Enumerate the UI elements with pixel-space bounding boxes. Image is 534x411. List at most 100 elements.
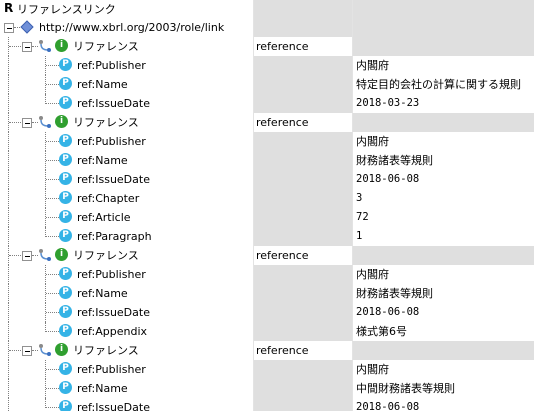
tree-row-root[interactable]: R リファレンスリンク: [0, 0, 534, 18]
part-name: ref:Name: [77, 287, 128, 300]
type-cell: [253, 189, 352, 208]
part-name: ref:Article: [77, 211, 131, 224]
part-name: ref:Publisher: [77, 59, 146, 72]
part-name: ref:Chapter: [77, 192, 140, 205]
link-arc-icon: [38, 115, 52, 129]
type-cell: [253, 151, 352, 170]
tree-row-part[interactable]: Pref:Paragraph 1: [0, 227, 534, 246]
part-name: ref:IssueDate: [77, 173, 150, 186]
type-cell: reference: [253, 341, 352, 360]
tree-row-part[interactable]: Pref:Article 72: [0, 208, 534, 227]
property-p-icon: P: [59, 191, 72, 204]
property-p-icon: P: [59, 229, 72, 242]
value-cell: [352, 246, 534, 265]
tree-row-part[interactable]: Pref:Appendix 様式第6号: [0, 322, 534, 341]
reference-type: reference: [256, 116, 309, 129]
tree-row-part[interactable]: Pref:IssueDate 2018-03-23: [0, 94, 534, 113]
tree-row-part[interactable]: Pref:IssueDate 2018-06-08: [0, 170, 534, 189]
info-i-icon: i: [55, 343, 68, 356]
tree-row-part[interactable]: Pref:IssueDate 2018-06-08: [0, 398, 534, 411]
part-value: 内閣府: [356, 268, 389, 281]
part-value: 特定目的会社の計算に関する規則: [356, 78, 521, 91]
link-arc-icon: [38, 39, 52, 53]
type-cell: [253, 360, 352, 379]
value-cell: 内閣府: [352, 265, 534, 284]
part-name: ref:Name: [77, 78, 128, 91]
tree-row-part[interactable]: Pref:Name 財務諸表等規則: [0, 151, 534, 170]
tree-row-reference[interactable]: i リファレンス reference: [0, 341, 534, 360]
tree-row-role[interactable]: http://www.xbrl.org/2003/role/link: [0, 18, 534, 37]
collapse-toggle[interactable]: [22, 346, 32, 356]
value-cell: 1: [352, 227, 534, 246]
tree-row-reference[interactable]: i リファレンス reference: [0, 37, 534, 56]
type-cell: [253, 303, 352, 322]
value-cell: 2018-03-23: [352, 94, 534, 113]
type-cell: [253, 170, 352, 189]
value-cell: 財務諸表等規則: [352, 151, 534, 170]
reference-list: i リファレンス reference Pref:Publisher 内閣府 Pref:Na…: [0, 37, 534, 411]
value-cell: 内閣府: [352, 360, 534, 379]
value-cell: 特定目的会社の計算に関する規則: [352, 75, 534, 94]
part-value: 様式第6号: [356, 325, 407, 338]
part-value: 中間財務諸表等規則: [356, 382, 455, 395]
type-cell: reference: [253, 37, 352, 56]
info-i-icon: i: [55, 39, 68, 52]
property-p-icon: P: [59, 96, 72, 109]
reference-label: リファレンス: [73, 249, 139, 262]
reference-label: リファレンス: [73, 116, 139, 129]
value-cell: 2018-06-08: [352, 170, 534, 189]
type-cell: [253, 132, 352, 151]
value-cell: 2018-06-08: [352, 398, 534, 411]
reference-label: リファレンス: [73, 40, 139, 53]
property-p-icon: P: [59, 381, 72, 394]
tree-row-part[interactable]: Pref:Name 財務諸表等規則: [0, 284, 534, 303]
tree-row-part[interactable]: Pref:Name 中間財務諸表等規則: [0, 379, 534, 398]
collapse-toggle[interactable]: [22, 118, 32, 128]
reference-label: リファレンス: [73, 344, 139, 357]
property-p-icon: P: [59, 362, 72, 375]
part-value: 1: [356, 230, 363, 242]
part-value: 内閣府: [356, 135, 389, 148]
tree-row-reference[interactable]: i リファレンス reference: [0, 246, 534, 265]
type-cell: [253, 322, 352, 341]
collapse-toggle[interactable]: [22, 42, 32, 52]
tree-row-part[interactable]: Pref:Publisher 内閣府: [0, 56, 534, 75]
property-p-icon: P: [59, 77, 72, 90]
value-cell: 内閣府: [352, 56, 534, 75]
tree-row-part[interactable]: Pref:IssueDate 2018-06-08: [0, 303, 534, 322]
value-cell: 2018-06-08: [352, 303, 534, 322]
root-label: リファレンスリンク: [17, 3, 116, 16]
tree-row-reference[interactable]: i リファレンス reference: [0, 113, 534, 132]
part-value: 2018-03-23: [356, 97, 420, 109]
tree-row-part[interactable]: Pref:Publisher 内閣府: [0, 132, 534, 151]
property-p-icon: P: [59, 58, 72, 71]
part-value: 2018-06-08: [356, 306, 420, 318]
collapse-toggle[interactable]: [4, 23, 14, 33]
role-uri: http://www.xbrl.org/2003/role/link: [39, 21, 225, 34]
property-p-icon: P: [59, 286, 72, 299]
collapse-toggle[interactable]: [22, 251, 32, 261]
value-cell: 様式第6号: [352, 322, 534, 341]
property-p-icon: P: [59, 400, 72, 411]
type-cell: [253, 0, 352, 18]
tree-row-part[interactable]: Pref:Publisher 内閣府: [0, 360, 534, 379]
part-value: 内閣府: [356, 363, 389, 376]
type-cell: [253, 284, 352, 303]
property-p-icon: P: [59, 324, 72, 337]
info-i-icon: i: [55, 115, 68, 128]
type-cell: reference: [253, 113, 352, 132]
type-cell: [253, 56, 352, 75]
value-cell: 中間財務諸表等規則: [352, 379, 534, 398]
type-cell: reference: [253, 246, 352, 265]
part-name: ref:Publisher: [77, 268, 146, 281]
part-name: ref:Name: [77, 154, 128, 167]
tree-row-part[interactable]: Pref:Name 特定目的会社の計算に関する規則: [0, 75, 534, 94]
tree-row-part[interactable]: Pref:Publisher 内閣府: [0, 265, 534, 284]
tree-row-part[interactable]: Pref:Chapter 3: [0, 189, 534, 208]
value-cell: 3: [352, 189, 534, 208]
value-cell: [352, 113, 534, 132]
link-arc-icon: [38, 343, 52, 357]
part-name: ref:IssueDate: [77, 306, 150, 319]
reference-link-r-icon: R: [4, 1, 14, 15]
type-cell: [253, 75, 352, 94]
